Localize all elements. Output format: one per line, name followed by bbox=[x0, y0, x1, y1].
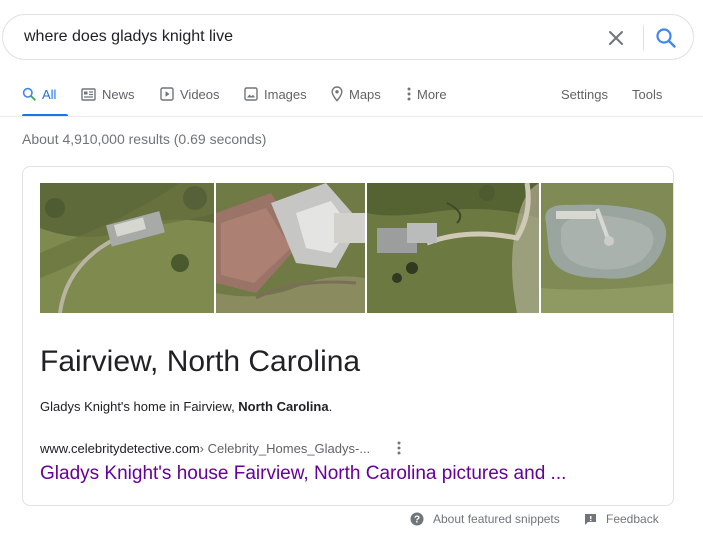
tab-maps-label: Maps bbox=[349, 86, 381, 102]
search-tabs: All News Videos Images Maps More Setting… bbox=[0, 78, 703, 118]
more-vert-icon bbox=[407, 87, 411, 101]
snippet-title: Fairview, North Carolina bbox=[40, 345, 361, 378]
search-icon bbox=[656, 28, 676, 48]
cite-domain: www.celebritydetective.com bbox=[40, 440, 200, 456]
cite-path: › Celebrity_Homes_Gladys-... bbox=[199, 440, 371, 456]
video-icon bbox=[160, 87, 174, 101]
result-options-button[interactable] bbox=[392, 440, 406, 456]
aerial-pond-image[interactable] bbox=[541, 183, 673, 313]
tab-videos-label: Videos bbox=[180, 86, 220, 102]
tab-all-label: All bbox=[42, 86, 57, 102]
tabs-divider bbox=[0, 116, 703, 117]
clear-search-button[interactable] bbox=[603, 25, 629, 51]
tab-all[interactable]: All bbox=[22, 85, 56, 103]
featured-snippet-card: Fairview, North Carolina Gladys Knight's… bbox=[22, 166, 674, 506]
aerial-house-3-image[interactable] bbox=[367, 183, 539, 313]
tab-videos[interactable]: Videos bbox=[160, 85, 220, 103]
tab-more-label: More bbox=[417, 86, 447, 102]
aerial-house-2-image[interactable] bbox=[216, 183, 365, 313]
snippet-image-strip bbox=[40, 183, 673, 313]
tab-news[interactable]: News bbox=[81, 85, 135, 103]
aerial-house-1-image[interactable] bbox=[40, 183, 214, 313]
search-input[interactable]: where does gladys knight live bbox=[24, 28, 233, 46]
settings-link[interactable]: Settings bbox=[561, 85, 608, 103]
map-pin-icon bbox=[331, 86, 343, 102]
search-button[interactable] bbox=[652, 24, 680, 52]
svg-text:?: ? bbox=[414, 515, 420, 526]
snippet-footer: ? About featured snippets Feedback bbox=[0, 510, 703, 530]
snippet-cite: www.celebritydetective.com › Celebrity_H… bbox=[40, 440, 406, 456]
snippet-description-prefix: Gladys Knight's home in Fairview, bbox=[40, 399, 239, 414]
tools-label: Tools bbox=[632, 86, 663, 102]
about-featured-snippets-link[interactable]: ? About featured snippets bbox=[410, 512, 560, 526]
search-divider bbox=[643, 25, 644, 51]
snippet-description-bold: North Carolina bbox=[238, 399, 329, 414]
tab-more[interactable]: More bbox=[407, 85, 447, 103]
search-box[interactable]: where does gladys knight live bbox=[2, 14, 694, 60]
tab-images-label: Images bbox=[264, 86, 307, 102]
about-featured-snippets-label: About featured snippets bbox=[433, 512, 560, 526]
tab-news-label: News bbox=[102, 86, 135, 102]
search-icon bbox=[22, 87, 36, 101]
settings-label: Settings bbox=[561, 86, 608, 102]
help-icon: ? bbox=[410, 512, 424, 526]
tab-images[interactable]: Images bbox=[244, 85, 307, 103]
result-stats: About 4,910,000 results (0.69 seconds) bbox=[22, 131, 267, 147]
snippet-result-link[interactable]: Gladys Knight's house Fairview, North Ca… bbox=[40, 463, 566, 485]
close-icon bbox=[609, 31, 623, 45]
image-icon bbox=[244, 87, 258, 101]
tab-maps[interactable]: Maps bbox=[331, 85, 381, 103]
feedback-label: Feedback bbox=[606, 512, 659, 526]
snippet-description-suffix: . bbox=[328, 399, 333, 414]
feedback-icon bbox=[585, 513, 596, 525]
tools-link[interactable]: Tools bbox=[632, 85, 662, 103]
snippet-description: Gladys Knight's home in Fairview, North … bbox=[40, 399, 332, 414]
more-vert-icon bbox=[397, 441, 401, 455]
news-icon bbox=[81, 87, 96, 101]
feedback-link[interactable]: Feedback bbox=[584, 512, 659, 526]
